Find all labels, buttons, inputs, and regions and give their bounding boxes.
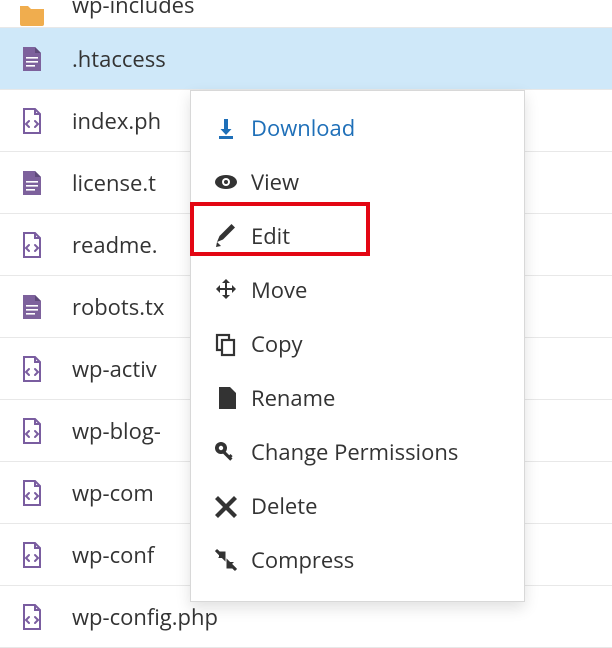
code-file-icon [18, 355, 46, 383]
folder-icon [18, 0, 46, 28]
menu-delete[interactable]: Delete [213, 479, 502, 533]
text-file-icon [18, 45, 46, 73]
rename-icon [213, 385, 239, 411]
menu-move[interactable]: Move [213, 263, 502, 317]
compress-icon [213, 547, 239, 573]
text-file-icon [18, 169, 46, 197]
context-menu: Download View Edit Move Copy Rename Chan… [190, 90, 525, 602]
menu-label: Compress [251, 545, 354, 575]
code-file-icon [18, 541, 46, 569]
download-icon [213, 115, 239, 141]
code-file-icon [18, 417, 46, 445]
code-file-icon [18, 603, 46, 631]
file-name: wp-config.php [72, 602, 218, 632]
menu-label: Copy [251, 329, 303, 359]
menu-change-permissions[interactable]: Change Permissions [213, 425, 502, 479]
menu-copy[interactable]: Copy [213, 317, 502, 371]
copy-icon [213, 331, 239, 357]
file-name: robots.tx [72, 292, 164, 322]
file-name: wp-com [72, 478, 154, 508]
menu-label: View [251, 167, 299, 197]
menu-label: Move [251, 275, 307, 305]
code-file-icon [18, 107, 46, 135]
move-icon [213, 277, 239, 303]
code-file-icon [18, 479, 46, 507]
file-name: .htaccess [72, 44, 166, 74]
file-row-folder[interactable]: wp-includes [0, 0, 612, 28]
file-name: wp-blog- [72, 416, 161, 446]
menu-label: Change Permissions [251, 437, 458, 467]
menu-view[interactable]: View [213, 155, 502, 209]
pencil-icon [213, 223, 239, 249]
file-name: readme. [72, 230, 158, 260]
file-name: wp-includes [72, 0, 195, 20]
file-name: index.ph [72, 106, 161, 136]
delete-icon [213, 493, 239, 519]
menu-rename[interactable]: Rename [213, 371, 502, 425]
eye-icon [213, 169, 239, 195]
menu-label: Delete [251, 491, 317, 521]
key-icon [213, 439, 239, 465]
file-name: wp-activ [72, 354, 157, 384]
code-file-icon [18, 231, 46, 259]
menu-label: Download [251, 113, 355, 143]
menu-label: Edit [251, 221, 290, 251]
file-row-selected[interactable]: .htaccess [0, 28, 612, 90]
menu-edit[interactable]: Edit [213, 209, 502, 263]
menu-compress[interactable]: Compress [213, 533, 502, 587]
menu-download[interactable]: Download [213, 101, 502, 155]
file-name: license.t [72, 168, 156, 198]
menu-label: Rename [251, 383, 335, 413]
file-name: wp-conf [72, 540, 154, 570]
text-file-icon [18, 293, 46, 321]
